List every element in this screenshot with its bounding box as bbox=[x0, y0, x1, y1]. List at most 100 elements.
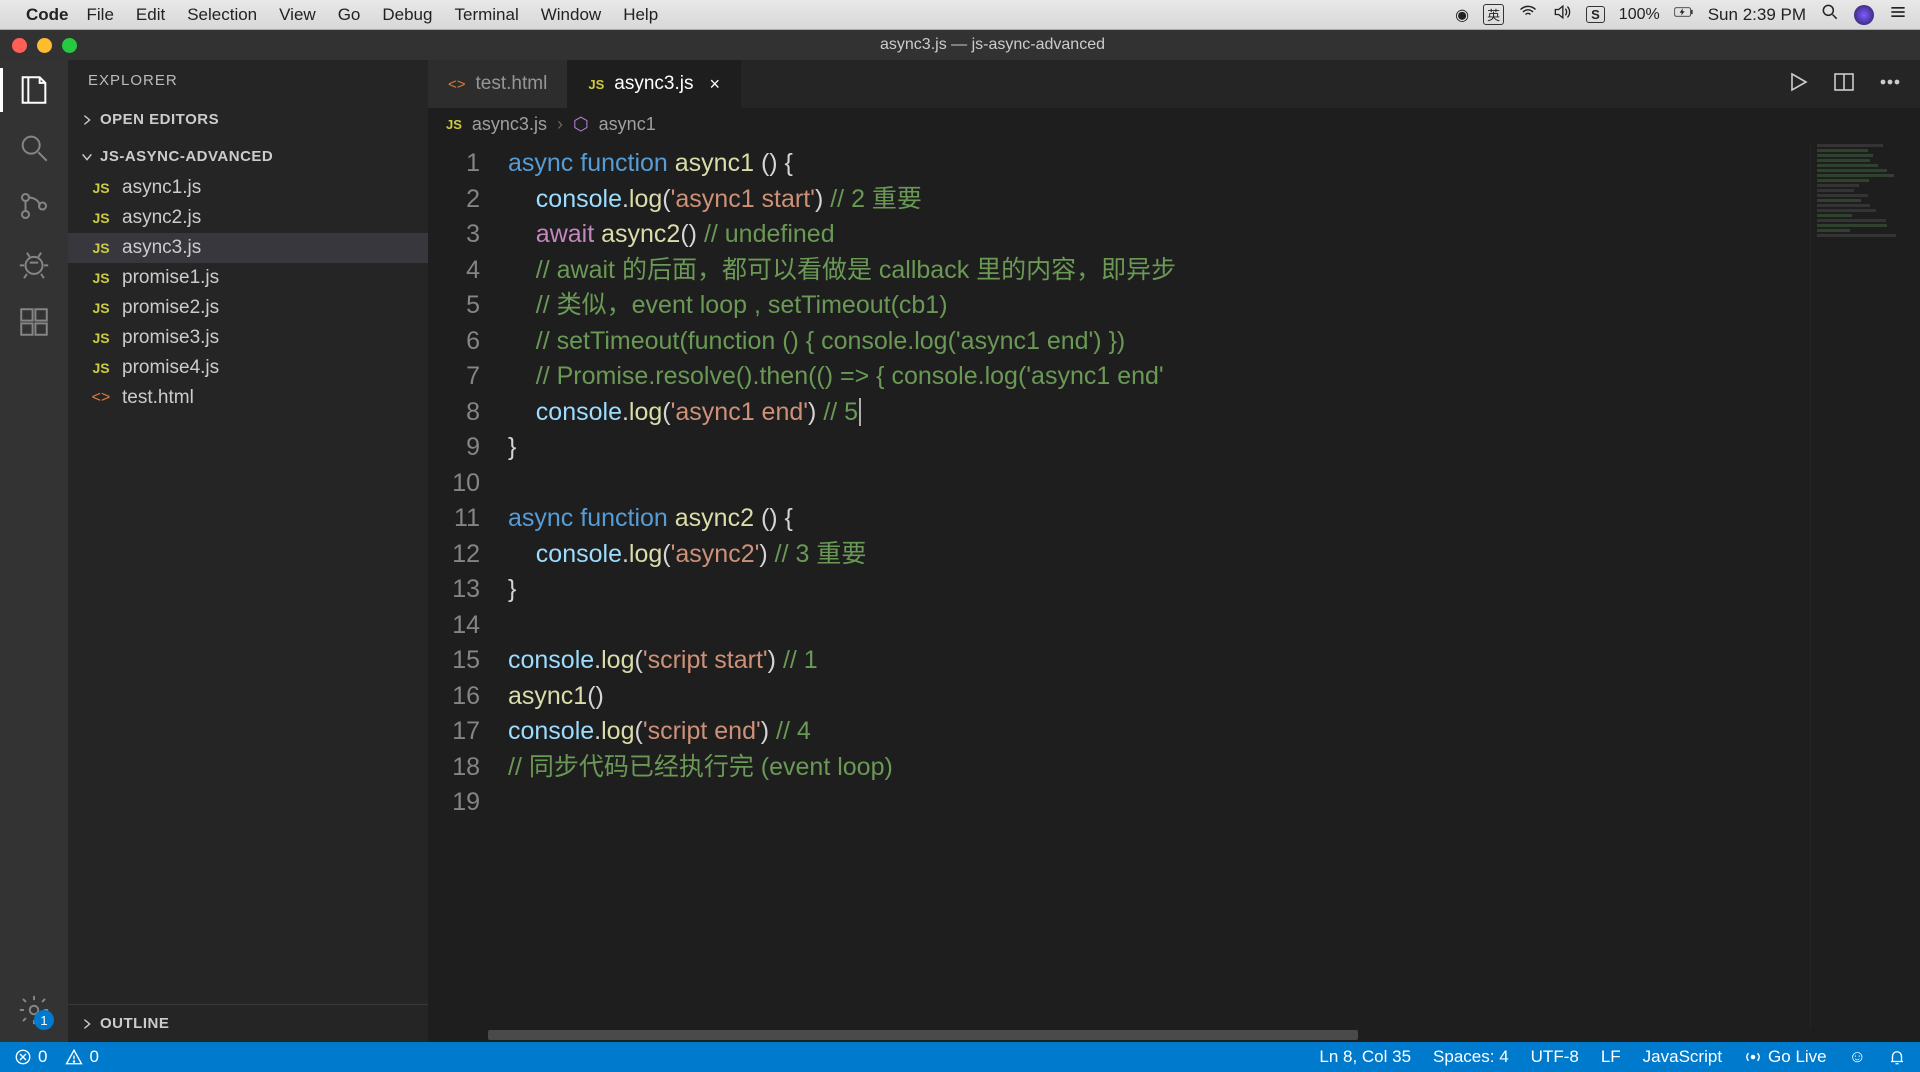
go-live-button[interactable]: Go Live bbox=[1744, 1047, 1827, 1067]
source-control-icon[interactable] bbox=[16, 188, 52, 224]
line-number[interactable]: 8 bbox=[428, 395, 480, 431]
line-number[interactable]: 1 bbox=[428, 146, 480, 182]
file-item[interactable]: JSasync2.js bbox=[68, 203, 428, 233]
settings-icon[interactable]: 1 bbox=[16, 992, 52, 1028]
line-number[interactable]: 17 bbox=[428, 714, 480, 750]
menu-file[interactable]: File bbox=[87, 5, 114, 25]
volume-icon[interactable] bbox=[1552, 2, 1572, 27]
wifi-icon[interactable] bbox=[1518, 2, 1538, 27]
code-editor[interactable]: 12345678910111213141516171819 async func… bbox=[428, 142, 1920, 1028]
notifications-icon[interactable] bbox=[1888, 1047, 1906, 1067]
minimap[interactable] bbox=[1810, 142, 1920, 1028]
tab[interactable]: <>test.html bbox=[428, 60, 568, 108]
eol[interactable]: LF bbox=[1601, 1047, 1621, 1067]
zoom-window-button[interactable] bbox=[62, 38, 77, 53]
line-number[interactable]: 14 bbox=[428, 608, 480, 644]
line-number[interactable]: 10 bbox=[428, 466, 480, 502]
menu-edit[interactable]: Edit bbox=[136, 5, 165, 25]
code-line[interactable]: async function async1 () { bbox=[508, 146, 1920, 182]
search-icon[interactable] bbox=[16, 130, 52, 166]
code-line[interactable]: async1() bbox=[508, 679, 1920, 715]
battery-icon[interactable] bbox=[1674, 2, 1694, 27]
line-number[interactable]: 5 bbox=[428, 288, 480, 324]
line-number[interactable]: 13 bbox=[428, 572, 480, 608]
menu-debug[interactable]: Debug bbox=[382, 5, 432, 25]
file-item[interactable]: JSasync3.js bbox=[68, 233, 428, 263]
menu-go[interactable]: Go bbox=[338, 5, 361, 25]
spotlight-icon[interactable] bbox=[1820, 2, 1840, 27]
menu-window[interactable]: Window bbox=[541, 5, 601, 25]
indentation[interactable]: Spaces: 4 bbox=[1433, 1047, 1509, 1067]
line-number[interactable]: 19 bbox=[428, 785, 480, 821]
errors-button[interactable]: 0 bbox=[14, 1047, 47, 1067]
file-item[interactable]: JSpromise1.js bbox=[68, 263, 428, 293]
file-item[interactable]: JSasync1.js bbox=[68, 173, 428, 203]
line-number[interactable]: 4 bbox=[428, 253, 480, 289]
control-center-icon[interactable] bbox=[1888, 2, 1908, 27]
file-item[interactable]: JSpromise3.js bbox=[68, 323, 428, 353]
language-mode[interactable]: JavaScript bbox=[1643, 1047, 1722, 1067]
line-number[interactable]: 12 bbox=[428, 537, 480, 573]
code-line[interactable]: } bbox=[508, 430, 1920, 466]
more-actions-icon[interactable] bbox=[1878, 70, 1902, 99]
line-number[interactable]: 18 bbox=[428, 750, 480, 786]
code-line[interactable]: // await 的后面，都可以看做是 callback 里的内容，即异步 bbox=[508, 253, 1920, 289]
file-item[interactable]: JSpromise2.js bbox=[68, 293, 428, 323]
horizontal-scrollbar[interactable] bbox=[428, 1028, 1920, 1042]
breadcrumb-symbol[interactable]: async1 bbox=[599, 114, 656, 135]
close-icon[interactable]: × bbox=[709, 74, 720, 95]
code-line[interactable] bbox=[508, 466, 1920, 502]
siri-icon[interactable] bbox=[1854, 5, 1874, 25]
line-number[interactable]: 7 bbox=[428, 359, 480, 395]
line-number[interactable]: 16 bbox=[428, 679, 480, 715]
app-name[interactable]: Code bbox=[26, 5, 69, 25]
file-item[interactable]: JSpromise4.js bbox=[68, 353, 428, 383]
menu-terminal[interactable]: Terminal bbox=[454, 5, 518, 25]
line-col[interactable]: Ln 8, Col 35 bbox=[1319, 1047, 1411, 1067]
breadcrumb[interactable]: JS async3.js › ⬡ async1 bbox=[428, 108, 1920, 142]
app-tray-icon[interactable]: S bbox=[1586, 6, 1605, 23]
code-line[interactable]: // 同步代码已经执行完 (event loop) bbox=[508, 750, 1920, 786]
line-number[interactable]: 11 bbox=[428, 501, 480, 537]
code-line[interactable]: async function async2 () { bbox=[508, 501, 1920, 537]
code-line[interactable] bbox=[508, 785, 1920, 821]
split-editor-icon[interactable] bbox=[1832, 70, 1856, 99]
line-number[interactable]: 9 bbox=[428, 430, 480, 466]
open-editors-section[interactable]: OPEN EDITORS bbox=[68, 107, 428, 132]
line-number[interactable]: 3 bbox=[428, 217, 480, 253]
code-line[interactable] bbox=[508, 608, 1920, 644]
encoding[interactable]: UTF-8 bbox=[1531, 1047, 1579, 1067]
ime-icon[interactable]: 英 bbox=[1483, 4, 1504, 25]
tab[interactable]: JSasync3.js× bbox=[568, 60, 741, 108]
debug-icon[interactable] bbox=[16, 246, 52, 282]
screenrec-icon[interactable]: ◉ bbox=[1455, 5, 1469, 25]
file-item[interactable]: <>test.html bbox=[68, 383, 428, 413]
extensions-icon[interactable] bbox=[16, 304, 52, 340]
breadcrumb-file[interactable]: async3.js bbox=[472, 114, 547, 135]
minimize-window-button[interactable] bbox=[37, 38, 52, 53]
clock[interactable]: Sun 2:39 PM bbox=[1708, 5, 1806, 25]
menu-help[interactable]: Help bbox=[623, 5, 658, 25]
code-line[interactable]: // 类似，event loop , setTimeout(cb1) bbox=[508, 288, 1920, 324]
run-icon[interactable] bbox=[1786, 70, 1810, 99]
code-line[interactable]: // Promise.resolve().then(() => { consol… bbox=[508, 359, 1920, 395]
feedback-icon[interactable]: ☺ bbox=[1849, 1047, 1866, 1067]
code-line[interactable]: await async2() // undefined bbox=[508, 217, 1920, 253]
line-number[interactable]: 6 bbox=[428, 324, 480, 360]
menu-view[interactable]: View bbox=[279, 5, 316, 25]
code-line[interactable]: console.log('script end') // 4 bbox=[508, 714, 1920, 750]
code-line[interactable]: console.log('async2') // 3 重要 bbox=[508, 537, 1920, 573]
code-line[interactable]: // setTimeout(function () { console.log(… bbox=[508, 324, 1920, 360]
menu-selection[interactable]: Selection bbox=[187, 5, 257, 25]
code-line[interactable]: console.log('async1 start') // 2 重要 bbox=[508, 182, 1920, 218]
explorer-icon[interactable] bbox=[16, 72, 52, 108]
line-number[interactable]: 15 bbox=[428, 643, 480, 679]
code-line[interactable]: } bbox=[508, 572, 1920, 608]
outline-section[interactable]: OUTLINE bbox=[68, 1011, 428, 1036]
code-line[interactable]: console.log('script start') // 1 bbox=[508, 643, 1920, 679]
project-section[interactable]: JS-ASYNC-ADVANCED bbox=[68, 144, 428, 169]
code-line[interactable]: console.log('async1 end') // 5 bbox=[508, 395, 1920, 431]
close-window-button[interactable] bbox=[12, 38, 27, 53]
warnings-button[interactable]: 0 bbox=[65, 1047, 98, 1067]
line-number[interactable]: 2 bbox=[428, 182, 480, 218]
